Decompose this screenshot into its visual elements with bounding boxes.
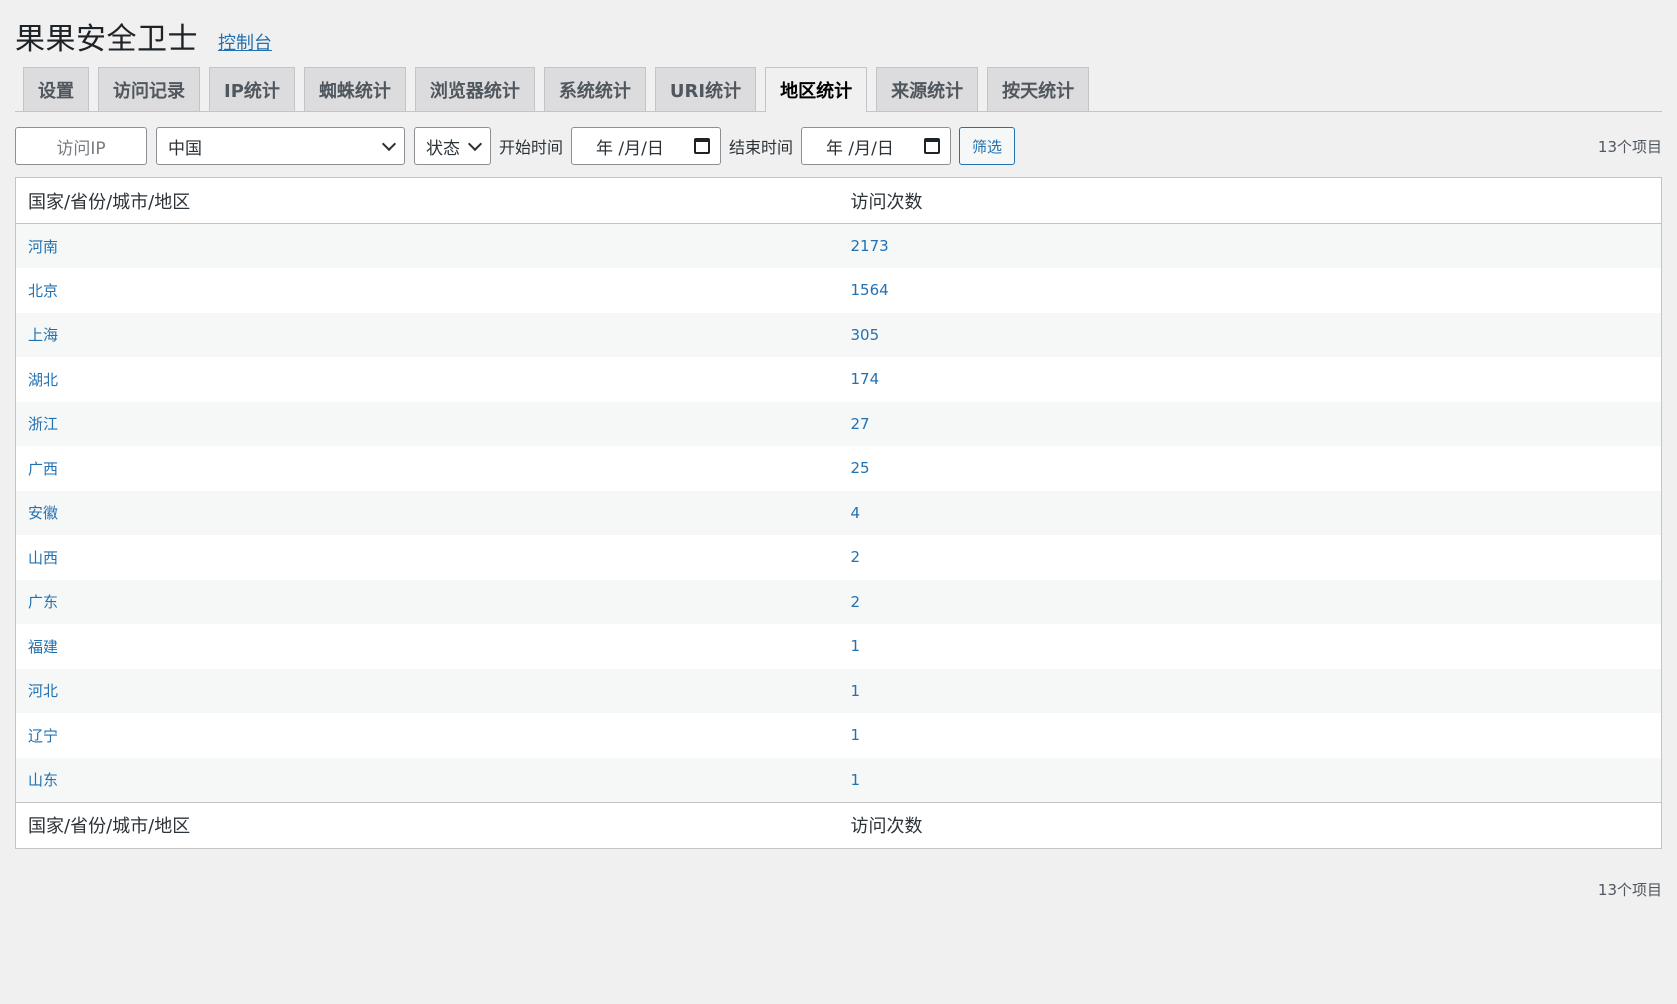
region-link[interactable]: 北京 xyxy=(16,268,839,313)
end-time-label: 结束时间 xyxy=(729,138,794,157)
country-select[interactable]: 中国 xyxy=(156,127,405,165)
region-link[interactable]: 安徽 xyxy=(16,491,839,536)
visit-count-link[interactable]: 2 xyxy=(839,580,1662,625)
chevron-down-icon xyxy=(467,136,483,151)
calendar-icon[interactable] xyxy=(924,138,941,154)
table-row: 北京 1564 xyxy=(16,268,1662,313)
table-row: 河北 1 xyxy=(15,668,1662,714)
table-footer-row: 国家/省份/城市/地区 访问次数 xyxy=(15,801,1662,848)
table-row: 福建 1 xyxy=(16,624,1662,669)
column-footer-visits[interactable]: 访问次数 xyxy=(838,801,1662,848)
table-row: 上海 305 xyxy=(15,312,1662,358)
region-link[interactable]: 辽宁 xyxy=(16,713,839,758)
column-header-visits[interactable]: 访问次数 xyxy=(838,177,1662,224)
region-link[interactable]: 河南 xyxy=(16,224,839,269)
column-footer-region[interactable]: 国家/省份/城市/地区 xyxy=(15,801,839,848)
table-row: 广西 25 xyxy=(16,446,1662,491)
region-link[interactable]: 上海 xyxy=(16,313,839,358)
status-select-value: 状态 xyxy=(426,138,460,159)
nav-tabs: 设置 访问记录 IP统计 蜘蛛统计 浏览器统计 系统统计 URI统计 地区统计 来源统计 按天统计 xyxy=(15,67,1662,112)
visit-count-link[interactable]: 1564 xyxy=(839,268,1662,313)
chevron-down-icon xyxy=(381,136,397,151)
status-select[interactable]: 状态 xyxy=(414,127,491,165)
table-row: 浙江 27 xyxy=(15,401,1662,447)
item-count-bottom: 13个项目 xyxy=(1597,880,1662,899)
tab-6[interactable]: URI统计 xyxy=(654,67,757,111)
visit-count-link[interactable]: 4 xyxy=(839,491,1662,536)
region-link[interactable]: 山西 xyxy=(16,535,839,580)
region-link[interactable]: 河北 xyxy=(16,669,839,714)
start-date-input[interactable]: 年 /月/日 xyxy=(571,127,722,165)
table-row: 湖北 174 xyxy=(16,357,1662,402)
filter-bar: 访问IP 中国 状态 开始时间 年 /月/日 结束时间 年 /月/日 筛选 13… xyxy=(15,117,1662,175)
region-link[interactable]: 广西 xyxy=(16,446,839,491)
region-link[interactable]: 广东 xyxy=(16,580,839,625)
visit-count-link[interactable]: 2 xyxy=(839,535,1662,580)
region-link[interactable]: 福建 xyxy=(16,624,839,669)
tab-5[interactable]: 系统统计 xyxy=(543,67,646,111)
region-stats-table: 国家/省份/城市/地区 访问次数 河南 2173 北京 1564 上海 305 湖北 174 浙… xyxy=(15,177,1662,849)
table-row: 河南 2173 xyxy=(15,223,1662,269)
column-header-region[interactable]: 国家/省份/城市/地区 xyxy=(15,177,839,224)
table-row: 安徽 4 xyxy=(15,490,1662,536)
end-date-input[interactable]: 年 /月/日 xyxy=(801,127,952,165)
console-link[interactable]: 控制台 xyxy=(218,29,272,55)
filter-button[interactable]: 筛选 xyxy=(959,127,1016,165)
visit-count-link[interactable]: 25 xyxy=(839,446,1662,491)
visit-count-link[interactable]: 305 xyxy=(839,313,1662,358)
page-header: 果果安全卫士 控制台 xyxy=(15,0,1662,72)
region-link[interactable]: 湖北 xyxy=(16,357,839,402)
tab-2[interactable]: IP统计 xyxy=(209,67,295,111)
item-count: 13个项目 xyxy=(1597,137,1662,156)
calendar-icon[interactable] xyxy=(694,138,711,154)
ip-search-input[interactable]: 访问IP xyxy=(15,127,147,165)
visit-count-link[interactable]: 1 xyxy=(839,758,1662,803)
tab-0[interactable]: 设置 xyxy=(23,67,89,111)
visit-count-link[interactable]: 1 xyxy=(839,624,1662,669)
visit-count-link[interactable]: 27 xyxy=(839,402,1662,447)
visit-count-link[interactable]: 2173 xyxy=(839,224,1662,269)
visit-count-link[interactable]: 174 xyxy=(839,357,1662,402)
table-header-row: 国家/省份/城市/地区 访问次数 xyxy=(15,177,1662,224)
region-link[interactable]: 山东 xyxy=(16,758,839,803)
end-date-value: 年 /月/日 xyxy=(826,138,894,159)
tab-8[interactable]: 来源统计 xyxy=(876,67,979,111)
table-row: 广东 2 xyxy=(15,579,1662,625)
tab-1[interactable]: 访问记录 xyxy=(98,67,200,111)
table-row: 山东 1 xyxy=(15,757,1662,803)
table-row: 辽宁 1 xyxy=(16,713,1662,758)
visit-count-link[interactable]: 1 xyxy=(839,669,1662,714)
page: 果果安全卫士 控制台 设置 访问记录 IP统计 蜘蛛统计 浏览器统计 系统统计 URI统计地… xyxy=(0,0,1677,900)
region-link[interactable]: 浙江 xyxy=(16,402,839,447)
page-title: 果果安全卫士 xyxy=(15,22,198,57)
tab-7[interactable]: 地区统计 xyxy=(765,67,868,112)
tab-3[interactable]: 蜘蛛统计 xyxy=(303,67,406,111)
start-date-value: 年 /月/日 xyxy=(596,138,664,159)
tab-9[interactable]: 按天统计 xyxy=(987,67,1090,111)
tab-4[interactable]: 浏览器统计 xyxy=(414,67,535,111)
table-body: 河南 2173 北京 1564 上海 305 湖北 174 浙江 27 广西 25 安徽 4 山西 2 广东 2 福… xyxy=(15,223,1662,803)
visit-count-link[interactable]: 1 xyxy=(839,713,1662,758)
start-time-label: 开始时间 xyxy=(499,138,564,157)
table-row: 山西 2 xyxy=(16,535,1662,580)
country-select-value: 中国 xyxy=(168,138,202,159)
